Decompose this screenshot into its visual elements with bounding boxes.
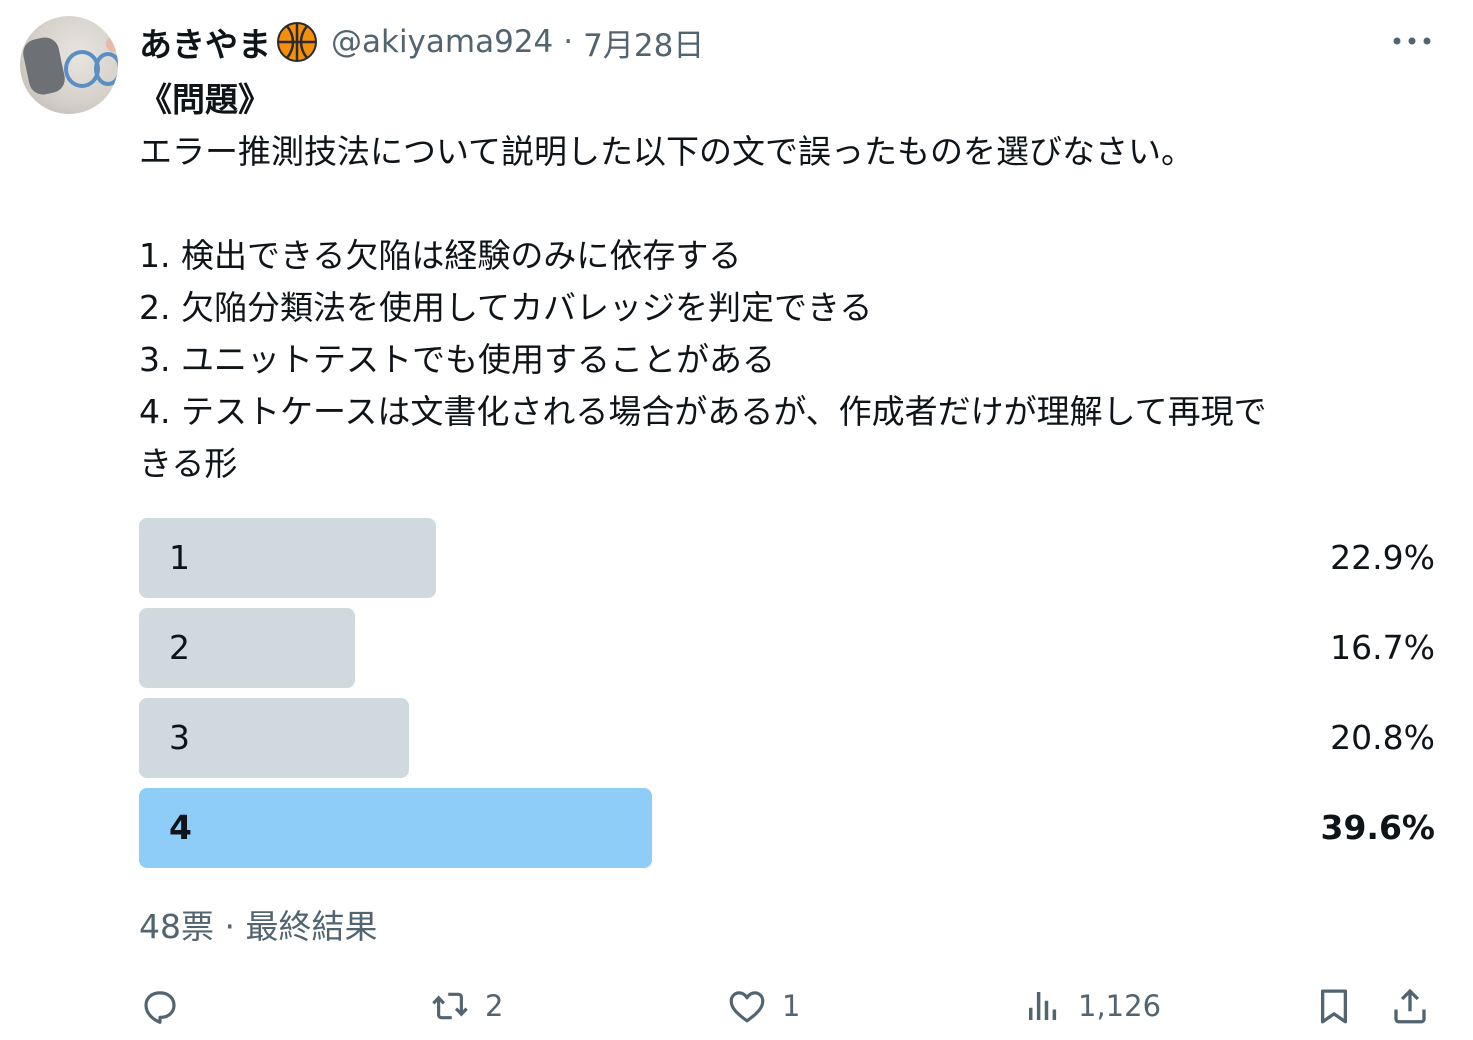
poll-option-label: 4 (169, 808, 192, 847)
question-text: エラー推測技法について説明した以下の文で誤ったものを選びなさい。 (139, 132, 1195, 171)
reply-icon (144, 991, 176, 1024)
action-bar: 2 1 1,126 (139, 982, 1439, 1030)
retweet-count: 2 (485, 989, 504, 1023)
poll-option-4: 4 39.6% (139, 788, 1435, 868)
user-handle[interactable]: @akiyama924 (331, 24, 553, 60)
poll-option-2: 2 16.7% (139, 608, 1435, 688)
poll-votes: 48票 (139, 907, 214, 946)
poll-option-3: 3 20.8% (139, 698, 1435, 778)
poll-option-percent: 39.6% (1320, 808, 1436, 847)
like-button[interactable]: 1 (726, 982, 800, 1030)
views-button[interactable]: 1,126 (1022, 982, 1161, 1030)
choice-line-4: 4. テストケースは文書化される場合があるが、作成者だけが理解して再現で (139, 392, 1267, 431)
poll-meta: 48票 · 最終結果 (139, 900, 378, 948)
choice-line-1: 1. 検出できる欠陥は経験のみに依存する (139, 236, 742, 275)
bookmark-icon (1320, 989, 1348, 1024)
more-options-icon[interactable] (1388, 26, 1436, 56)
poll-option-label: 2 (169, 628, 190, 667)
display-name[interactable]: あきやま (139, 18, 271, 66)
poll-bar-winner (139, 788, 652, 868)
poll-option-percent: 22.9% (1330, 538, 1435, 577)
tweet-date[interactable]: 7月28日 (583, 20, 704, 65)
poll-option-label: 1 (169, 538, 190, 577)
views-count: 1,126 (1078, 989, 1162, 1023)
poll: 1 22.9% 2 16.7% 3 20.8% 4 39.6% (139, 518, 1435, 878)
views-icon (1029, 992, 1057, 1020)
poll-option-1: 1 22.9% (139, 518, 1435, 598)
tweet-text: 《問題》 エラー推測技法について説明した以下の文で誤ったものを選びなさい。 1.… (139, 74, 1439, 490)
basketball-icon (277, 22, 317, 62)
question-heading: 《問題》 (139, 80, 271, 119)
poll-status: 最終結果 (245, 907, 378, 946)
poll-option-percent: 16.7% (1330, 628, 1435, 667)
share-icon (1394, 988, 1426, 1024)
bookmark-button[interactable] (1313, 982, 1355, 1030)
poll-meta-separator: · (224, 907, 236, 946)
choice-line-3: 3. ユニットテストでも使用することがある (139, 340, 775, 379)
avatar[interactable] (20, 16, 118, 114)
reply-button[interactable] (139, 982, 181, 1030)
share-button[interactable] (1389, 982, 1431, 1030)
poll-option-percent: 20.8% (1330, 718, 1435, 757)
header-separator: · (563, 24, 574, 60)
poll-option-label: 3 (169, 718, 190, 757)
heart-icon (729, 991, 765, 1023)
tweet-header: あきやま @akiyama924 · 7月28日 (139, 20, 704, 64)
retweet-icon (432, 992, 468, 1020)
choice-line-2: 2. 欠陥分類法を使用してカバレッジを判定できる (139, 288, 873, 327)
like-count: 1 (782, 989, 801, 1023)
choice-line-4-cont: きる形 (139, 444, 238, 483)
retweet-button[interactable]: 2 (429, 982, 503, 1030)
